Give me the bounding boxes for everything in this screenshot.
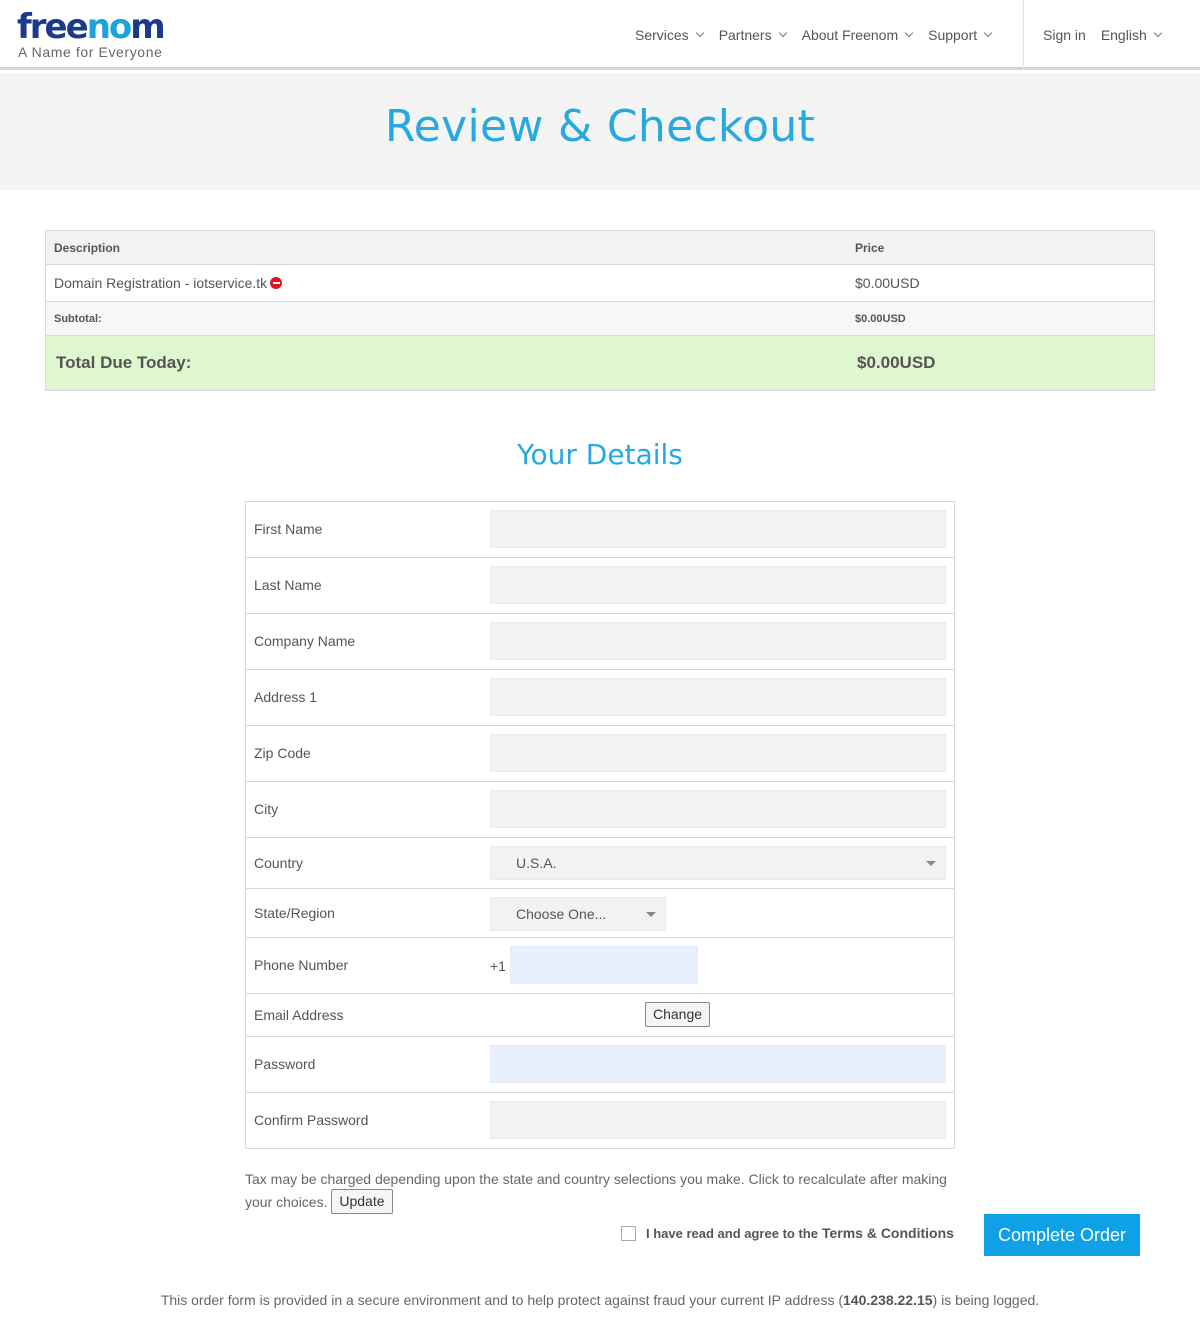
total-value: $0.00USD (857, 353, 936, 372)
chevron-down-icon (695, 28, 704, 38)
freenom-logo[interactable]: freenom A Name for Everyone (17, 7, 166, 60)
country-select[interactable]: U.S.A. (490, 846, 946, 880)
chevron-down-icon (983, 28, 993, 38)
form-row-phone: Phone Number +1 (246, 938, 954, 994)
page-hero: Review & Checkout (0, 73, 1200, 190)
your-details-heading: Your Details (517, 438, 683, 471)
nav-partners[interactable]: Partners (719, 27, 787, 43)
chevron-down-icon (1153, 28, 1162, 38)
account-nav: Sign in English (1043, 27, 1176, 43)
first-name-label: First Name (254, 521, 323, 537)
item-price: $0.00USD (855, 275, 920, 291)
ip-address: 140.238.22.15 (843, 1292, 933, 1308)
phone-number-label: Phone Number (254, 957, 349, 973)
password-label: Password (254, 1056, 316, 1072)
last-name-label: Last Name (254, 577, 322, 593)
language-selector[interactable]: English (1101, 27, 1162, 43)
complete-order-button[interactable]: Complete Order (984, 1214, 1140, 1256)
form-row-password: Password (246, 1037, 954, 1093)
nav-services[interactable]: Services (635, 27, 704, 43)
last-name-input[interactable] (490, 566, 946, 604)
nav-divider (1023, 0, 1024, 70)
item-description-cell: Domain Registration - iotservice.tk (54, 275, 283, 291)
chevron-down-icon (904, 28, 914, 38)
state-region-label: State/Region (254, 905, 335, 921)
subtotal-row: Subtotal: $0.00USD (46, 302, 1154, 336)
secure-environment-note: This order form is provided in a secure … (160, 1292, 1040, 1308)
terms-agreement: I have read and agree to the Terms & Con… (621, 1225, 954, 1241)
tax-note: Tax may be charged depending upon the st… (245, 1168, 965, 1215)
nav-support[interactable]: Support (928, 27, 993, 43)
address1-label: Address 1 (254, 689, 318, 705)
column-header-price: Price (855, 240, 885, 255)
city-input[interactable] (490, 790, 946, 828)
country-label: Country (254, 855, 304, 871)
form-row-zip: Zip Code (246, 726, 954, 782)
remove-icon[interactable] (270, 277, 283, 289)
password-input[interactable] (490, 1045, 946, 1083)
main-nav: Services Partners About Freenom Support (635, 27, 1007, 43)
column-header-description: Description (54, 240, 121, 255)
terms-checkbox[interactable] (621, 1225, 636, 1241)
subtotal-label: Subtotal: (54, 312, 102, 325)
logo-tagline: A Name for Everyone (18, 44, 163, 60)
form-row-first-name: First Name (246, 502, 954, 558)
change-email-button[interactable]: Change (645, 1002, 711, 1027)
table-row: Domain Registration - iotservice.tk $0.0… (46, 265, 1154, 302)
terms-label: I have read and agree to the (646, 1225, 818, 1241)
form-row-state: State/Region Choose One... (246, 889, 954, 938)
form-row-city: City (246, 782, 954, 838)
company-name-input[interactable] (490, 622, 946, 660)
confirm-password-label: Confirm Password (254, 1112, 369, 1128)
phone-number-input[interactable] (510, 946, 698, 984)
form-row-email: Email Address Change (246, 994, 954, 1037)
sign-in-link[interactable]: Sign in (1043, 27, 1086, 43)
form-row-confirm-password: Confirm Password (246, 1093, 954, 1148)
state-region-select[interactable]: Choose One... (490, 897, 666, 931)
chevron-down-icon (778, 28, 787, 38)
zip-code-input[interactable] (490, 734, 946, 772)
form-row-country: Country U.S.A. (246, 838, 954, 889)
terms-conditions-link[interactable]: Terms & Conditions (822, 1225, 954, 1241)
page-title: Review & Checkout (384, 101, 816, 152)
first-name-input[interactable] (490, 510, 946, 548)
form-row-company-name: Company Name (246, 614, 954, 670)
total-row: Total Due Today: $0.00USD (46, 336, 1154, 390)
caret-down-icon (646, 912, 656, 917)
company-name-label: Company Name (254, 633, 356, 649)
confirm-password-input[interactable] (490, 1101, 946, 1139)
zip-code-label: Zip Code (254, 745, 311, 761)
details-form: First Name Last Name Company Name Addres… (245, 501, 955, 1149)
phone-country-code: +1 (490, 958, 506, 974)
total-label: Total Due Today: (56, 353, 192, 372)
logo-wordmark: freenom (17, 7, 166, 47)
nav-about-freenom[interactable]: About Freenom (802, 27, 914, 43)
caret-down-icon (926, 861, 936, 866)
form-row-last-name: Last Name (246, 558, 954, 614)
address1-input[interactable] (490, 678, 946, 716)
email-address-label: Email Address (254, 1007, 344, 1023)
form-row-address1: Address 1 (246, 670, 954, 726)
order-summary-table: Description Price Domain Registration - … (45, 230, 1155, 391)
subtotal-value: $0.00USD (855, 312, 906, 325)
table-header-row: Description Price (46, 231, 1154, 265)
city-label: City (254, 801, 279, 817)
site-header: freenom A Name for Everyone Services Par… (0, 0, 1200, 70)
update-button[interactable]: Update (331, 1189, 393, 1215)
